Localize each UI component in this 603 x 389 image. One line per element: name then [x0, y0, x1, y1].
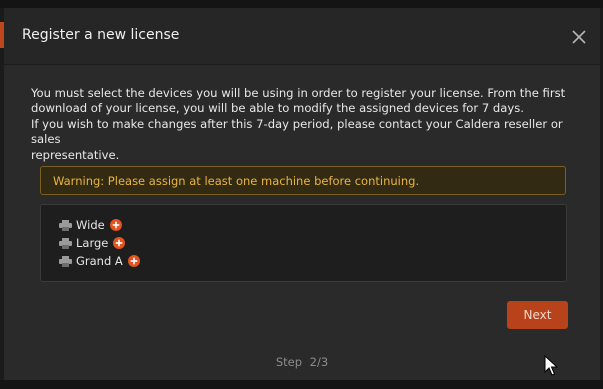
device-label: Wide: [76, 218, 105, 232]
warning-banner: Warning: Please assign at least one mach…: [40, 166, 566, 195]
step-value: 2/3: [309, 355, 329, 369]
add-device-button[interactable]: [127, 255, 140, 267]
add-device-button[interactable]: [113, 237, 126, 249]
printer-icon: [59, 237, 72, 249]
add-device-button[interactable]: [109, 219, 122, 231]
printer-icon: [59, 219, 72, 231]
warning-text: Warning: Please assign at least one mach…: [53, 174, 420, 188]
register-license-dialog: Register a new license You must select t…: [4, 8, 600, 380]
printer-icon: [59, 255, 72, 267]
step-label: Step: [275, 355, 302, 369]
intro-line: download of your license, you will be ab…: [31, 101, 524, 116]
step-indicator: Step 2/3: [4, 355, 600, 369]
intro-line: You must select the devices you will be …: [31, 86, 566, 100]
device-row-grand-a: Grand A: [59, 253, 140, 269]
mouse-cursor-icon: [544, 355, 558, 376]
device-list: Wide Large Grand A: [40, 204, 567, 282]
device-label: Grand A: [76, 254, 123, 268]
intro-line: If you wish to make changes after this 7…: [31, 116, 563, 147]
close-icon: [572, 30, 586, 44]
close-button[interactable]: [568, 26, 590, 48]
device-label: Large: [76, 236, 109, 250]
dialog-title: Register a new license: [22, 27, 180, 43]
device-row-wide: Wide: [59, 217, 122, 233]
intro-text: You must select the devices you will be …: [31, 86, 571, 163]
device-row-large: Large: [59, 235, 126, 251]
intro-line: representative.: [31, 147, 120, 162]
backdrop-top: [0, 0, 603, 8]
backdrop-bottom: [0, 380, 603, 389]
dialog-header: Register a new license: [4, 8, 600, 65]
next-button[interactable]: Next: [507, 301, 568, 329]
